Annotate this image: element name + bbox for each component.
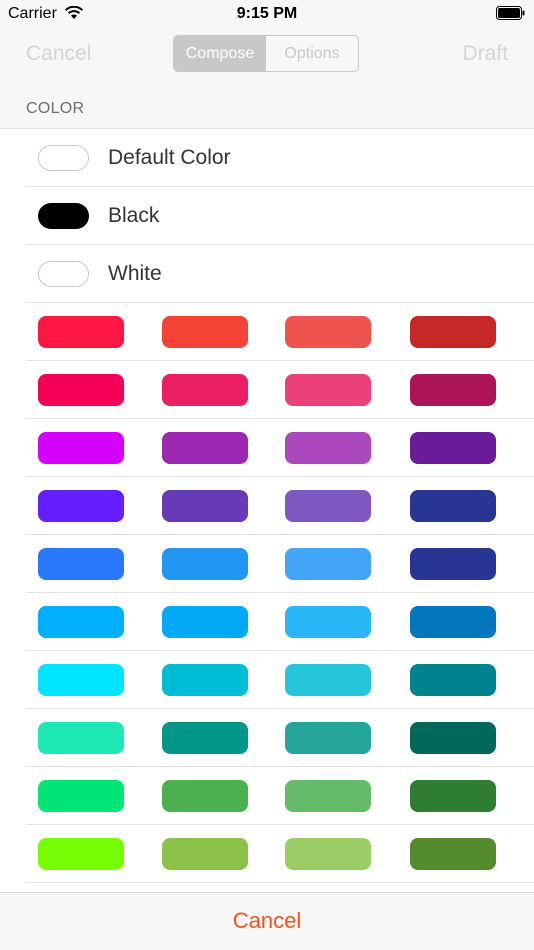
color-swatch-button[interactable]: [410, 606, 496, 638]
color-swatch-button[interactable]: [38, 606, 124, 638]
palette-row: [26, 303, 534, 361]
palette-row: [26, 477, 534, 535]
color-swatch-button[interactable]: [285, 548, 371, 580]
compose-options-segmented-control: Compose Options: [173, 35, 359, 72]
color-swatch-button[interactable]: [162, 432, 248, 464]
color-swatch-button[interactable]: [38, 432, 124, 464]
palette-row: [26, 767, 534, 825]
color-swatch-button[interactable]: [410, 780, 496, 812]
color-swatch-button[interactable]: [285, 490, 371, 522]
color-swatch-button[interactable]: [410, 432, 496, 464]
palette-row: [26, 361, 534, 419]
color-swatch-button[interactable]: [162, 838, 248, 870]
status-time: 9:15 PM: [236, 5, 298, 22]
color-swatch-button[interactable]: [38, 374, 124, 406]
bottom-bar: Cancel: [0, 892, 534, 950]
color-swatch-button[interactable]: [410, 490, 496, 522]
color-swatch-button[interactable]: [285, 722, 371, 754]
color-swatch-button[interactable]: [285, 606, 371, 638]
color-swatch-button[interactable]: [410, 838, 496, 870]
battery-icon: [496, 6, 525, 20]
color-swatch-button[interactable]: [285, 664, 371, 696]
nav-cancel-button[interactable]: Cancel: [26, 42, 91, 66]
color-swatch: [38, 203, 89, 229]
segment-options[interactable]: Options: [266, 36, 358, 71]
color-section-header: COLOR: [26, 100, 85, 117]
palette-row: [26, 535, 534, 593]
cancel-button[interactable]: Cancel: [233, 908, 301, 934]
color-swatch-button[interactable]: [410, 374, 496, 406]
palette-row: [26, 825, 534, 883]
color-swatch-button[interactable]: [162, 548, 248, 580]
color-swatch-button[interactable]: [38, 722, 124, 754]
color-swatch: [38, 261, 89, 287]
color-list: Default Color Black White: [0, 128, 534, 892]
color-swatch-button[interactable]: [162, 780, 248, 812]
palette-row: [26, 709, 534, 767]
color-swatch-button[interactable]: [38, 780, 124, 812]
draft-button[interactable]: Draft: [462, 42, 508, 66]
color-swatch-button[interactable]: [38, 838, 124, 870]
color-row-black[interactable]: Black: [26, 187, 534, 245]
color-swatch-button[interactable]: [410, 722, 496, 754]
palette-row: [26, 593, 534, 651]
color-row-white[interactable]: White: [26, 245, 534, 303]
color-swatch-button[interactable]: [162, 316, 248, 348]
color-label: Default Color: [108, 146, 231, 169]
color-swatch-button[interactable]: [162, 606, 248, 638]
color-swatch-button[interactable]: [38, 664, 124, 696]
color-label: White: [108, 262, 162, 285]
color-swatch-button[interactable]: [38, 316, 124, 348]
palette-row: [26, 651, 534, 709]
color-swatch-button[interactable]: [162, 374, 248, 406]
color-swatch-button[interactable]: [285, 432, 371, 464]
color-swatch-button[interactable]: [38, 490, 124, 522]
color-label: Black: [108, 204, 160, 227]
color-swatch-button[interactable]: [410, 316, 496, 348]
color-swatch-button[interactable]: [38, 548, 124, 580]
status-bar: Carrier 9:15 PM: [0, 0, 534, 28]
color-swatch-button[interactable]: [285, 374, 371, 406]
color-row-default-color[interactable]: Default Color: [26, 129, 534, 187]
palette-row: [26, 419, 534, 477]
color-swatch-button[interactable]: [162, 490, 248, 522]
color-swatch-button[interactable]: [285, 780, 371, 812]
color-swatch-button[interactable]: [162, 722, 248, 754]
color-swatch-button[interactable]: [410, 548, 496, 580]
color-swatch-button[interactable]: [285, 316, 371, 348]
color-swatch: [38, 145, 89, 171]
color-swatch-button[interactable]: [162, 664, 248, 696]
color-swatch-button[interactable]: [285, 838, 371, 870]
segment-compose[interactable]: Compose: [174, 36, 266, 71]
navigation-bar: Cancel Compose Options Draft: [0, 28, 534, 82]
color-swatch-button[interactable]: [410, 664, 496, 696]
